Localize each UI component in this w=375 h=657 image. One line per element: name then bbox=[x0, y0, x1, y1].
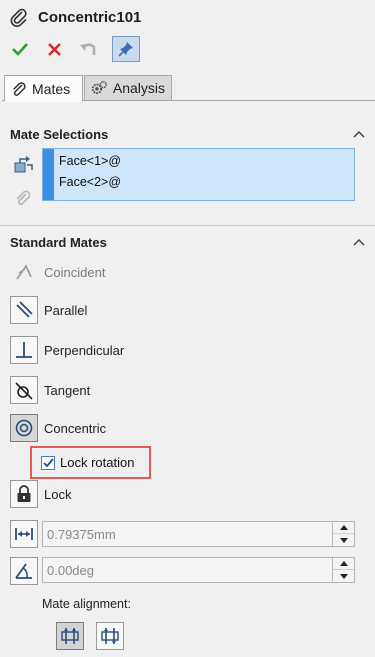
mate-parallel[interactable]: Parallel bbox=[10, 296, 87, 324]
distance-spinner bbox=[332, 522, 354, 546]
close-icon bbox=[47, 42, 61, 56]
mate-perpendicular-label: Perpendicular bbox=[44, 342, 125, 358]
parallel-icon bbox=[16, 301, 33, 318]
list-item[interactable]: Face<1>@ bbox=[59, 154, 121, 168]
chevron-up-icon[interactable] bbox=[353, 238, 365, 246]
tab-mates[interactable]: Mates bbox=[4, 75, 83, 102]
tab-mates-label: Mates bbox=[32, 80, 71, 97]
mate-parallel-label: Parallel bbox=[44, 302, 88, 318]
paperclip-icon bbox=[13, 81, 26, 96]
coincident-button[interactable] bbox=[10, 258, 38, 286]
pushpin-icon bbox=[118, 42, 133, 57]
lock-rotation-checkbox[interactable] bbox=[41, 455, 55, 470]
tab-analysis-label: Analysis bbox=[112, 80, 165, 96]
mate-tangent-label: Tangent bbox=[44, 382, 91, 398]
standard-mates-header: Standard Mates bbox=[10, 235, 107, 250]
spin-down-button[interactable] bbox=[333, 570, 354, 582]
mate-coincident-label: Coincident bbox=[44, 264, 106, 280]
triangle-down-icon bbox=[339, 573, 348, 579]
checkmark-icon bbox=[12, 43, 28, 56]
swap-selection-icon[interactable] bbox=[13, 153, 35, 175]
distance-icon bbox=[15, 528, 33, 540]
angle-input[interactable]: 0.00deg bbox=[42, 557, 355, 583]
section-divider bbox=[0, 225, 375, 226]
tab-bar: Mates Analysis bbox=[2, 75, 375, 102]
cancel-button[interactable] bbox=[42, 37, 66, 61]
mate-concentric-label: Concentric bbox=[44, 420, 107, 436]
angle-value: 0.00deg bbox=[47, 563, 94, 578]
tab-analysis[interactable]: Analysis bbox=[84, 75, 172, 101]
gears-icon bbox=[91, 80, 108, 95]
spin-down-button[interactable] bbox=[333, 534, 354, 546]
action-bar bbox=[8, 36, 140, 62]
mate-coincident[interactable]: Coincident bbox=[10, 258, 105, 286]
undo-icon bbox=[80, 43, 96, 55]
tangent-icon bbox=[15, 382, 33, 400]
angle-button[interactable] bbox=[10, 557, 38, 585]
property-manager-title: Concentric101 bbox=[10, 6, 141, 28]
checkmark-icon bbox=[42, 457, 54, 467]
concentric-icon bbox=[15, 419, 33, 437]
padlock-icon bbox=[17, 485, 31, 502]
mate-lock-label: Lock bbox=[44, 486, 72, 502]
selection-color-bar bbox=[43, 149, 54, 200]
pushpin-button[interactable] bbox=[112, 36, 140, 62]
distance-value: 0.79375mm bbox=[47, 527, 116, 542]
distance-button[interactable] bbox=[10, 520, 38, 548]
mate-alignment-label: Mate alignment: bbox=[42, 597, 131, 611]
parallel-button[interactable] bbox=[10, 296, 38, 324]
triangle-up-icon bbox=[339, 525, 348, 530]
angle-spinner bbox=[332, 558, 354, 582]
mate-selection-list[interactable]: Face<1>@ Face<2>@ bbox=[42, 148, 355, 201]
spin-up-button[interactable] bbox=[333, 558, 354, 570]
lock-rotation-option[interactable]: Lock rotation bbox=[30, 446, 151, 479]
perpendicular-icon bbox=[16, 342, 32, 358]
page-title: Concentric101 bbox=[38, 8, 142, 26]
aligned-icon bbox=[61, 628, 79, 644]
ok-button[interactable] bbox=[8, 37, 32, 61]
tangent-button[interactable] bbox=[10, 376, 38, 404]
spin-up-button[interactable] bbox=[333, 522, 354, 534]
anti-aligned-icon bbox=[101, 628, 119, 644]
aligned-button[interactable] bbox=[56, 622, 84, 650]
mate-perpendicular[interactable]: Perpendicular bbox=[10, 336, 124, 364]
list-item[interactable]: Face<2>@ bbox=[59, 175, 121, 189]
lock-button[interactable] bbox=[10, 480, 38, 508]
multi-mate-icon[interactable] bbox=[14, 190, 34, 210]
lock-rotation-label: Lock rotation bbox=[60, 455, 135, 470]
anti-aligned-button[interactable] bbox=[96, 622, 124, 650]
mate-concentric[interactable]: Concentric bbox=[10, 414, 106, 442]
angle-icon bbox=[15, 563, 32, 579]
coincident-icon bbox=[16, 264, 32, 280]
perpendicular-button[interactable] bbox=[10, 336, 38, 364]
triangle-down-icon bbox=[339, 537, 348, 543]
paperclip-icon bbox=[10, 8, 27, 27]
chevron-up-icon[interactable] bbox=[353, 130, 365, 138]
undo-button[interactable] bbox=[76, 37, 100, 61]
mate-selections-header: Mate Selections bbox=[10, 127, 109, 142]
concentric-button[interactable] bbox=[10, 414, 38, 442]
triangle-up-icon bbox=[339, 561, 348, 566]
distance-input[interactable]: 0.79375mm bbox=[42, 521, 355, 547]
mate-tangent[interactable]: Tangent bbox=[10, 376, 90, 404]
mate-lock[interactable]: Lock bbox=[10, 480, 71, 508]
